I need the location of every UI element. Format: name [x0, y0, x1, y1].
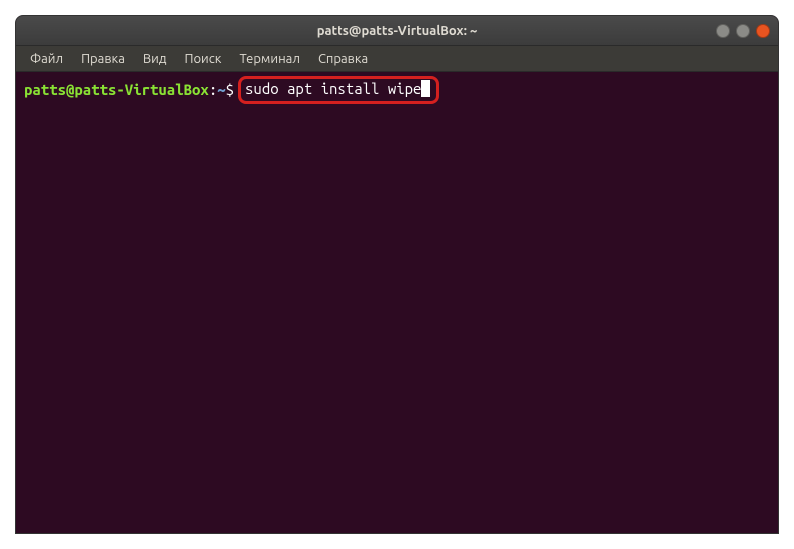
- menu-file[interactable]: Файл: [22, 49, 71, 69]
- terminal-body[interactable]: patts@patts-VirtualBox:~$ sudo apt insta…: [16, 72, 778, 533]
- close-button[interactable]: [756, 24, 770, 38]
- prompt-separator: :: [209, 80, 217, 100]
- text-cursor: [421, 80, 430, 97]
- prompt-path: ~: [217, 80, 225, 100]
- menubar: Файл Правка Вид Поиск Терминал Справка: [16, 46, 778, 72]
- command-input[interactable]: sudo apt install wipe: [245, 79, 421, 99]
- prompt-user-host: patts@patts-VirtualBox: [24, 80, 209, 100]
- maximize-button[interactable]: [736, 24, 750, 38]
- titlebar: patts@patts-VirtualBox: ~: [16, 16, 778, 46]
- menu-search[interactable]: Поиск: [176, 49, 229, 69]
- window-controls: [716, 24, 770, 38]
- menu-edit[interactable]: Правка: [73, 49, 133, 69]
- prompt-line: patts@patts-VirtualBox:~$ sudo apt insta…: [24, 76, 770, 104]
- menu-view[interactable]: Вид: [135, 49, 175, 69]
- prompt-symbol: $: [226, 80, 234, 100]
- window-title: patts@patts-VirtualBox: ~: [317, 24, 478, 38]
- menu-terminal[interactable]: Терминал: [231, 49, 307, 69]
- highlight-annotation: sudo apt install wipe: [238, 76, 439, 104]
- minimize-button[interactable]: [716, 24, 730, 38]
- terminal-window: patts@patts-VirtualBox: ~ Файл Правка Ви…: [15, 15, 779, 534]
- menu-help[interactable]: Справка: [310, 49, 376, 69]
